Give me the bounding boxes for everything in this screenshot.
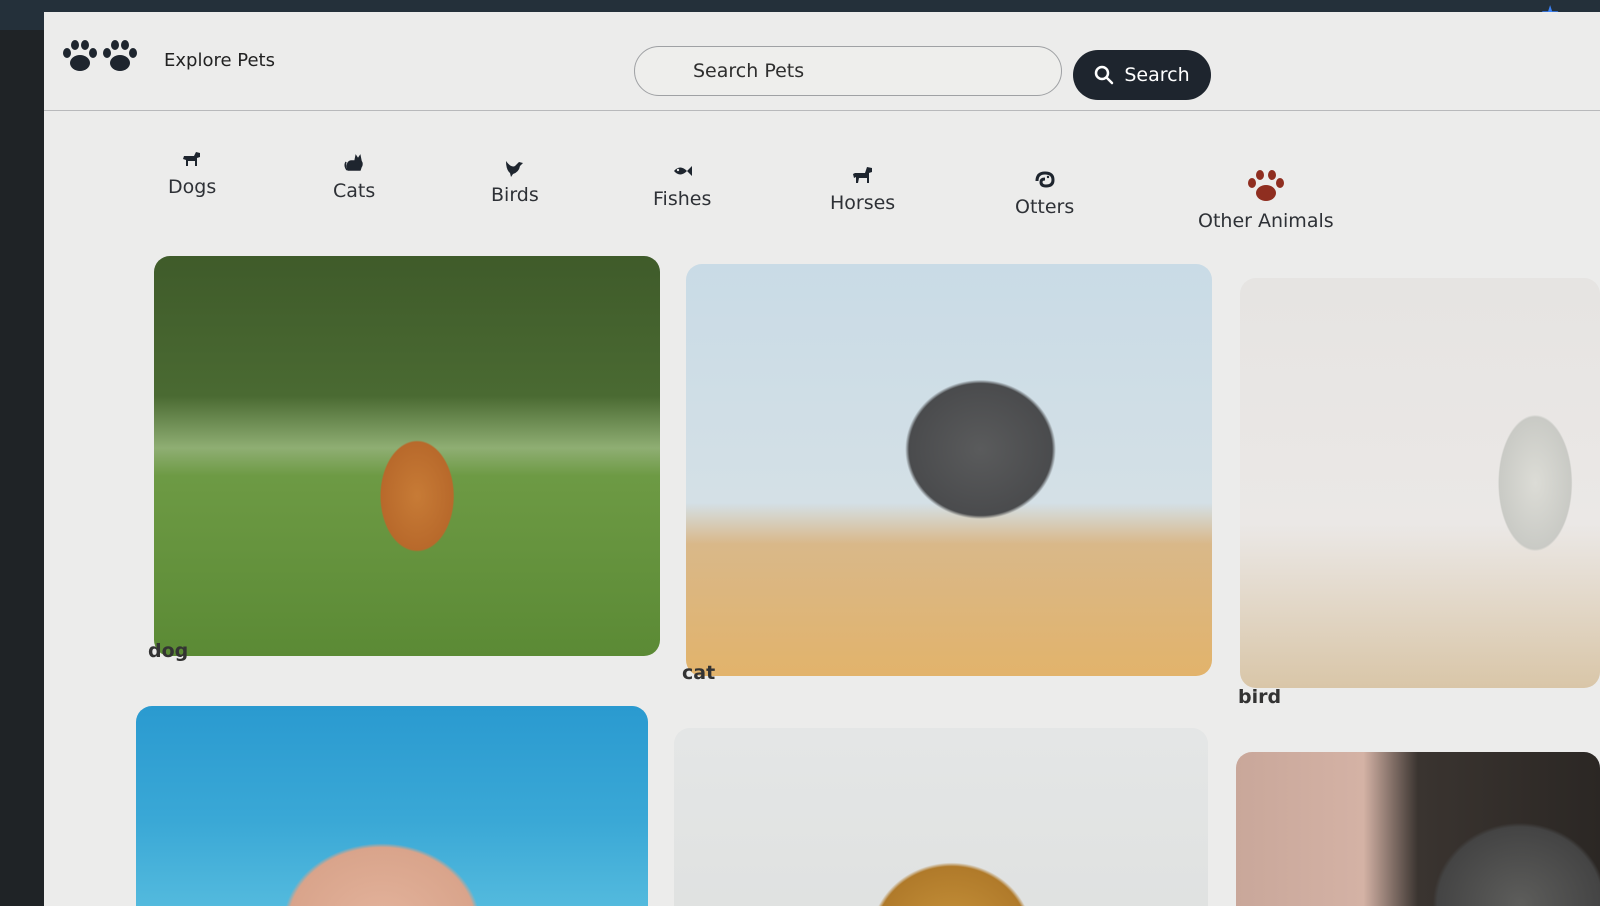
app-screen: Explore Pets Search Dogs Cats Birds xyxy=(44,12,1600,906)
category-label: Horses xyxy=(830,192,896,214)
pet-card-label[interactable]: cat xyxy=(682,662,715,684)
pet-card-label[interactable]: dog xyxy=(148,640,188,662)
otter-icon xyxy=(1035,171,1055,188)
search-icon xyxy=(1095,65,1114,85)
pet-image[interactable] xyxy=(136,706,648,906)
brand-title[interactable]: Explore Pets xyxy=(164,50,275,71)
category-other-animals[interactable]: Other Animals xyxy=(1198,168,1334,232)
horse-icon xyxy=(852,167,872,183)
pet-image[interactable] xyxy=(154,256,660,656)
bird-icon xyxy=(505,161,523,177)
category-label: Birds xyxy=(491,184,539,206)
pet-image[interactable] xyxy=(686,264,1212,676)
header-divider xyxy=(44,110,1600,111)
pet-image[interactable] xyxy=(1240,278,1600,688)
category-cats[interactable]: Cats xyxy=(333,152,375,202)
paw-icon xyxy=(1247,170,1284,201)
cat-icon xyxy=(344,154,363,171)
category-label: Dogs xyxy=(168,176,217,198)
category-label: Other Animals xyxy=(1198,210,1334,232)
category-fishes[interactable]: Fishes xyxy=(653,160,711,210)
pet-card-label[interactable]: bird xyxy=(1238,686,1281,708)
category-horses[interactable]: Horses xyxy=(830,164,895,214)
paw-prints-icon[interactable] xyxy=(60,36,140,76)
category-dogs[interactable]: Dogs xyxy=(168,148,216,198)
header: Explore Pets Search xyxy=(44,12,1600,112)
category-label: Otters xyxy=(1015,196,1075,218)
category-otters[interactable]: Otters xyxy=(1015,168,1074,218)
search-button[interactable]: Search xyxy=(1073,50,1211,100)
search-input[interactable] xyxy=(634,46,1062,96)
category-label: Cats xyxy=(333,180,376,202)
fish-icon xyxy=(674,166,693,176)
pet-image[interactable] xyxy=(1236,752,1600,906)
dog-icon xyxy=(183,152,201,166)
search-button-label: Search xyxy=(1124,64,1190,86)
category-label: Fishes xyxy=(653,188,712,210)
category-birds[interactable]: Birds xyxy=(491,156,539,206)
pet-image[interactable] xyxy=(674,728,1208,906)
